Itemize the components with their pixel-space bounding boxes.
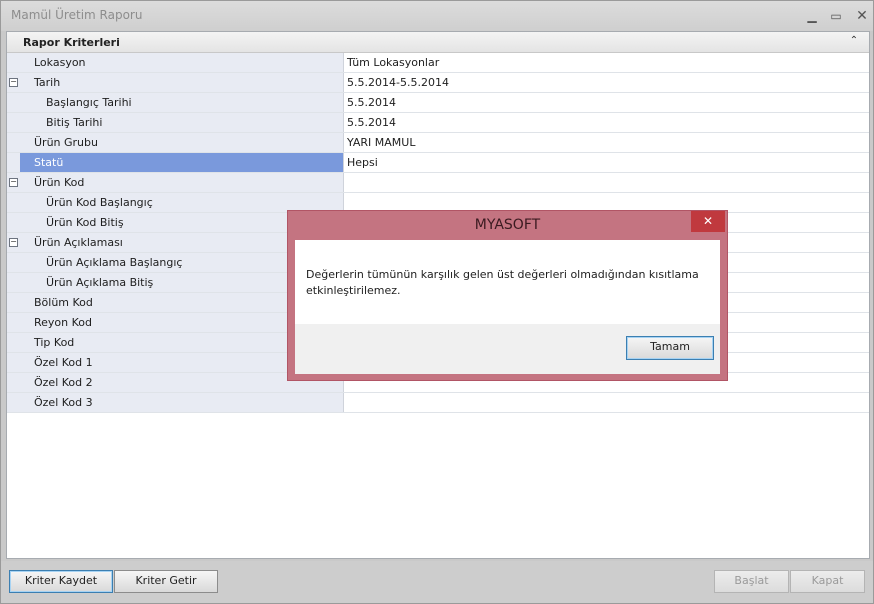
collapse-toggle-icon[interactable]: − (9, 178, 18, 187)
row-gutter (7, 333, 20, 352)
row-gutter (7, 113, 20, 132)
row-label[interactable]: Tarih (20, 73, 344, 92)
row-gutter (7, 253, 20, 272)
dialog-title: MYASOFT (474, 217, 541, 233)
row-gutter (7, 273, 20, 292)
bottom-bar: Kriter Kaydet Kriter Getir Başlat Kapat (1, 561, 873, 603)
grid-row[interactable]: Statü Hepsi (7, 153, 869, 173)
grid-row[interactable]: Başlangıç Tarihi 5.5.2014 (7, 93, 869, 113)
grid-row[interactable]: − Ürün Kod (7, 173, 869, 193)
row-label[interactable]: Bitiş Tarihi (20, 113, 344, 132)
grid-row[interactable]: Özel Kod 3 (7, 393, 869, 413)
close-icon[interactable]: ✕ (851, 6, 873, 26)
row-value[interactable]: Hepsi (345, 153, 867, 172)
row-value[interactable]: YARI MAMUL (345, 133, 867, 152)
row-gutter (7, 93, 20, 112)
grid-row[interactable]: − Tarih 5.5.2014-5.5.2014 (7, 73, 869, 93)
title-bar[interactable]: Mamül Üretim Raporu ▁ ▭ ✕ (1, 1, 873, 31)
collapse-toggle-icon[interactable]: − (9, 78, 18, 87)
panel-header: Rapor Kriterleri ⌃ (7, 32, 869, 53)
collapse-icon[interactable]: ⌃ (847, 34, 861, 48)
maximize-icon[interactable]: ▭ (825, 6, 847, 26)
row-value[interactable] (345, 173, 867, 192)
row-value[interactable] (345, 393, 867, 412)
row-label[interactable]: Ürün Grubu (20, 133, 344, 152)
grid-row[interactable]: Bitiş Tarihi 5.5.2014 (7, 113, 869, 133)
dialog-close-icon[interactable]: ✕ (691, 211, 725, 232)
row-value[interactable]: Tüm Lokasyonlar (345, 53, 867, 72)
row-label[interactable]: Statü (20, 153, 344, 172)
panel-title: Rapor Kriterleri (23, 36, 120, 49)
row-gutter (7, 353, 20, 372)
row-gutter (7, 193, 20, 212)
message-dialog: MYASOFT ✕ Değerlerin tümünün karşılık ge… (287, 210, 728, 381)
row-gutter (7, 293, 20, 312)
window-title: Mamül Üretim Raporu (11, 8, 143, 22)
row-gutter (7, 373, 20, 392)
row-gutter (7, 133, 20, 152)
grid-row[interactable]: Lokasyon Tüm Lokasyonlar (7, 53, 869, 73)
row-gutter (7, 213, 20, 232)
minimize-icon[interactable]: ▁ (801, 6, 823, 26)
row-gutter (7, 393, 20, 412)
close-button[interactable]: Kapat (790, 570, 865, 593)
dialog-body: Değerlerin tümünün karşılık gelen üst de… (295, 240, 720, 374)
row-value[interactable]: 5.5.2014 (345, 113, 867, 132)
dialog-footer: Tamam (295, 324, 720, 374)
row-label[interactable]: Başlangıç Tarihi (20, 93, 344, 112)
load-criteria-button[interactable]: Kriter Getir (114, 570, 218, 593)
collapse-toggle-icon[interactable]: − (9, 238, 18, 247)
grid-row[interactable]: Ürün Grubu YARI MAMUL (7, 133, 869, 153)
start-button[interactable]: Başlat (714, 570, 789, 593)
ok-button[interactable]: Tamam (626, 336, 714, 360)
row-label[interactable]: Ürün Kod (20, 173, 344, 192)
dialog-message: Değerlerin tümünün karşılık gelen üst de… (306, 268, 699, 297)
row-label[interactable]: Özel Kod 3 (20, 393, 344, 412)
row-label[interactable]: Lokasyon (20, 53, 344, 72)
row-gutter (7, 153, 20, 172)
row-gutter (7, 313, 20, 332)
row-value[interactable]: 5.5.2014-5.5.2014 (345, 73, 867, 92)
save-criteria-button[interactable]: Kriter Kaydet (9, 570, 113, 593)
row-gutter (7, 53, 20, 72)
row-value[interactable]: 5.5.2014 (345, 93, 867, 112)
